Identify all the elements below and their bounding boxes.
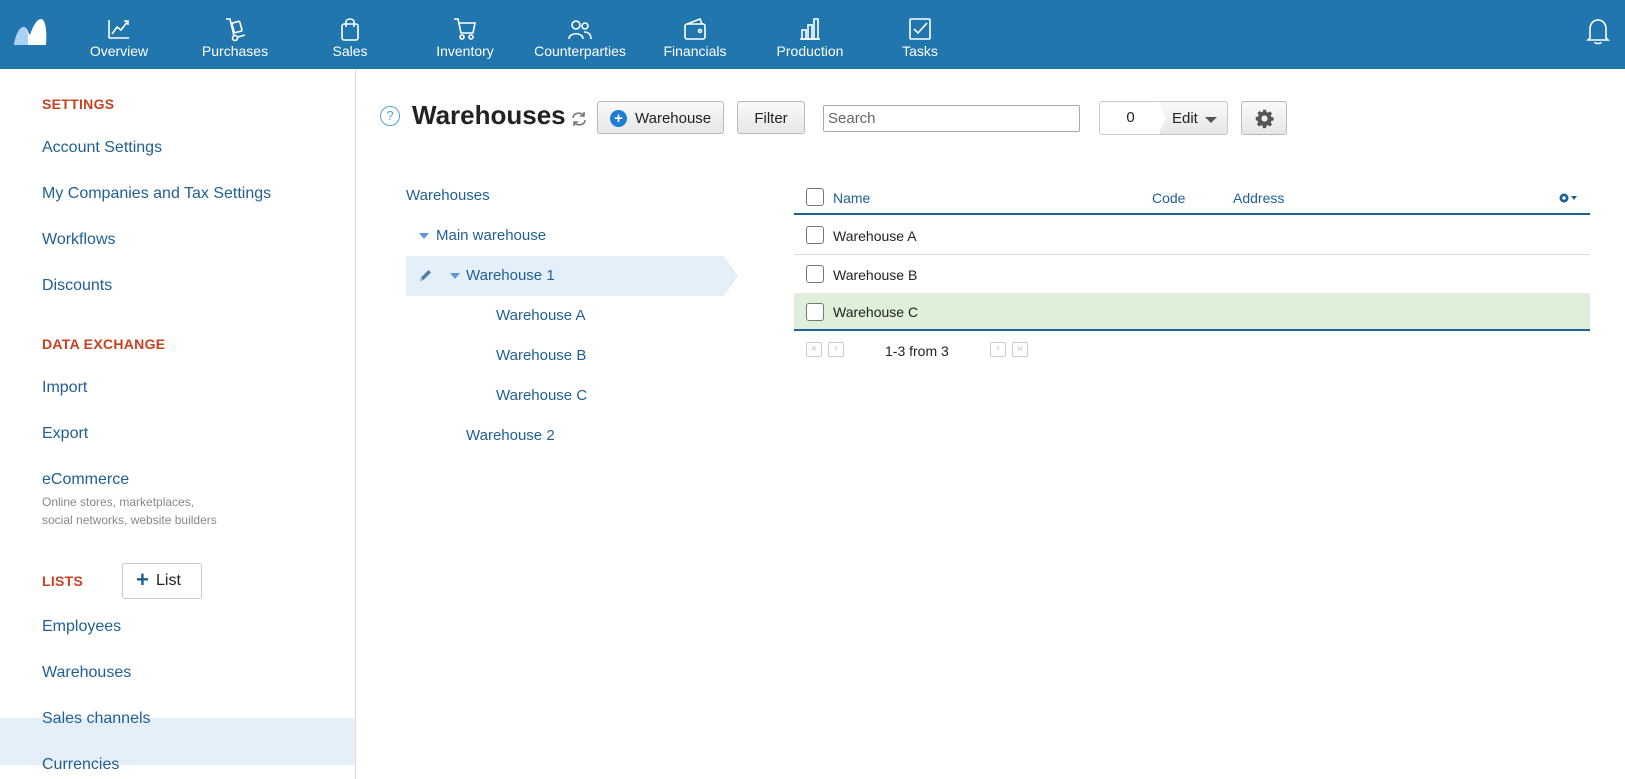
row-checkbox[interactable] <box>806 226 824 244</box>
nav-overview[interactable]: Overview <box>64 0 174 69</box>
cart-icon <box>454 18 476 40</box>
nav-purchases[interactable]: Purchases <box>180 0 290 69</box>
people-icon <box>568 20 592 40</box>
pagination-text: 1-3 from 3 <box>885 343 949 359</box>
row-name: Warehouse C <box>833 304 919 320</box>
tree-item-warehouse-1[interactable]: Warehouse 1 <box>466 267 555 284</box>
tree-item-warehouse-c[interactable]: Warehouse C <box>496 387 587 404</box>
pencil-icon[interactable] <box>418 268 433 283</box>
sidebar-item-my-companies[interactable]: My Companies and Tax Settings <box>42 185 271 203</box>
caret-down-icon[interactable] <box>419 233 429 239</box>
pagination: « ‹ 1-3 from 3 › » <box>794 338 1590 362</box>
top-navigation-bar: Overview Purchases Sales Inventory Count… <box>0 0 1625 69</box>
last-page-icon[interactable]: » <box>1012 342 1028 357</box>
add-warehouse-label: Warehouse <box>635 110 712 127</box>
row-checkbox[interactable] <box>806 303 824 321</box>
table-row[interactable]: Warehouse A <box>794 217 1590 255</box>
logo-icon[interactable] <box>12 17 48 47</box>
checkbox-icon <box>909 18 931 40</box>
nav-inventory-label: Inventory <box>436 43 494 59</box>
prev-page-icon[interactable]: ‹ <box>828 342 844 357</box>
edit-label: Edit <box>1172 110 1198 127</box>
sidebar: SETTINGS Account Settings My Companies a… <box>0 69 356 779</box>
add-list-label: List <box>156 572 181 589</box>
nav-inventory[interactable]: Inventory <box>410 0 520 69</box>
table-header: Name Code Address <box>794 180 1590 215</box>
sidebar-ecommerce-description-line1: Online stores, marketplaces, <box>42 495 195 509</box>
row-name: Warehouse A <box>833 228 917 244</box>
next-page-icon[interactable]: › <box>990 342 1006 357</box>
factory-icon <box>800 18 820 40</box>
table-row[interactable]: Warehouse C <box>794 293 1590 331</box>
add-list-button[interactable]: + List <box>122 563 202 599</box>
column-header-name[interactable]: Name <box>833 190 870 206</box>
filter-button[interactable]: Filter <box>737 101 805 134</box>
nav-purchases-label: Purchases <box>201 43 269 59</box>
wallet-icon <box>684 17 706 40</box>
page-title: Warehouses <box>412 100 566 130</box>
selected-count: 0 <box>1099 101 1161 135</box>
select-all-checkbox[interactable] <box>806 188 824 206</box>
nav-counterparties-label: Counterparties <box>534 43 626 59</box>
tree-item-warehouse-a[interactable]: Warehouse A <box>496 307 586 324</box>
nav-financials-label: Financials <box>663 43 727 59</box>
plus-circle-icon: + <box>610 110 627 127</box>
refresh-icon[interactable] <box>570 110 588 128</box>
counter-arrow <box>1158 101 1166 135</box>
sidebar-item-export[interactable]: Export <box>42 425 88 443</box>
tree-item-warehouse-2[interactable]: Warehouse 2 <box>466 427 555 444</box>
nav-sales[interactable]: Sales <box>295 0 405 69</box>
sidebar-item-ecommerce[interactable]: eCommerce <box>42 471 129 489</box>
sidebar-item-sales-channels[interactable]: Sales channels <box>42 710 151 728</box>
tree-item-main-warehouse[interactable]: Main warehouse <box>436 227 546 244</box>
sidebar-item-warehouses[interactable]: Warehouses <box>42 664 131 682</box>
sidebar-ecommerce-description-line2: social networks, website builders <box>42 513 217 527</box>
gear-icon <box>1255 109 1274 129</box>
help-icon[interactable]: ? <box>380 106 400 126</box>
plus-icon: + <box>136 567 149 592</box>
caret-down-icon[interactable] <box>450 273 460 279</box>
sidebar-section-data-exchange: DATA EXCHANGE <box>42 336 166 352</box>
chevron-down-icon <box>1205 117 1217 123</box>
nav-counterparties[interactable]: Counterparties <box>525 0 635 69</box>
sidebar-item-workflows[interactable]: Workflows <box>42 231 116 249</box>
tree-item-warehouse-b[interactable]: Warehouse B <box>496 347 586 364</box>
edit-dropdown-button[interactable]: Edit <box>1160 101 1228 135</box>
first-page-icon[interactable]: « <box>806 342 822 357</box>
shopping-bag-icon <box>341 18 359 41</box>
sidebar-item-employees[interactable]: Employees <box>42 618 121 636</box>
column-header-address[interactable]: Address <box>1233 190 1284 206</box>
sidebar-section-lists: LISTS <box>42 573 84 589</box>
nav-sales-label: Sales <box>332 43 368 59</box>
sidebar-item-account-settings[interactable]: Account Settings <box>42 139 162 157</box>
column-settings-icon[interactable] <box>1558 191 1580 205</box>
nav-financials[interactable]: Financials <box>640 0 750 69</box>
sidebar-item-import[interactable]: Import <box>42 379 87 397</box>
bell-icon[interactable] <box>1585 17 1611 45</box>
column-header-code[interactable]: Code <box>1152 190 1185 206</box>
sidebar-item-currencies[interactable]: Currencies <box>42 756 119 774</box>
nav-production[interactable]: Production <box>755 0 865 69</box>
row-name: Warehouse B <box>833 267 918 283</box>
row-checkbox[interactable] <box>806 265 824 283</box>
settings-button[interactable] <box>1241 101 1287 135</box>
hand-truck-icon <box>226 18 246 42</box>
tree-selected-arrow <box>724 256 738 296</box>
sidebar-item-discounts[interactable]: Discounts <box>42 277 112 295</box>
filter-label: Filter <box>754 110 788 127</box>
nav-tasks-label: Tasks <box>902 43 938 59</box>
nav-overview-label: Overview <box>89 43 149 59</box>
table-row[interactable]: Warehouse B <box>794 256 1590 294</box>
add-warehouse-button[interactable]: + Warehouse <box>597 101 724 134</box>
nav-tasks[interactable]: Tasks <box>865 0 975 69</box>
chart-line-icon <box>108 20 129 39</box>
sidebar-section-settings: SETTINGS <box>42 96 115 112</box>
search-input[interactable] <box>823 105 1080 132</box>
nav-production-label: Production <box>776 43 844 59</box>
tree-root-warehouses[interactable]: Warehouses <box>406 187 490 204</box>
